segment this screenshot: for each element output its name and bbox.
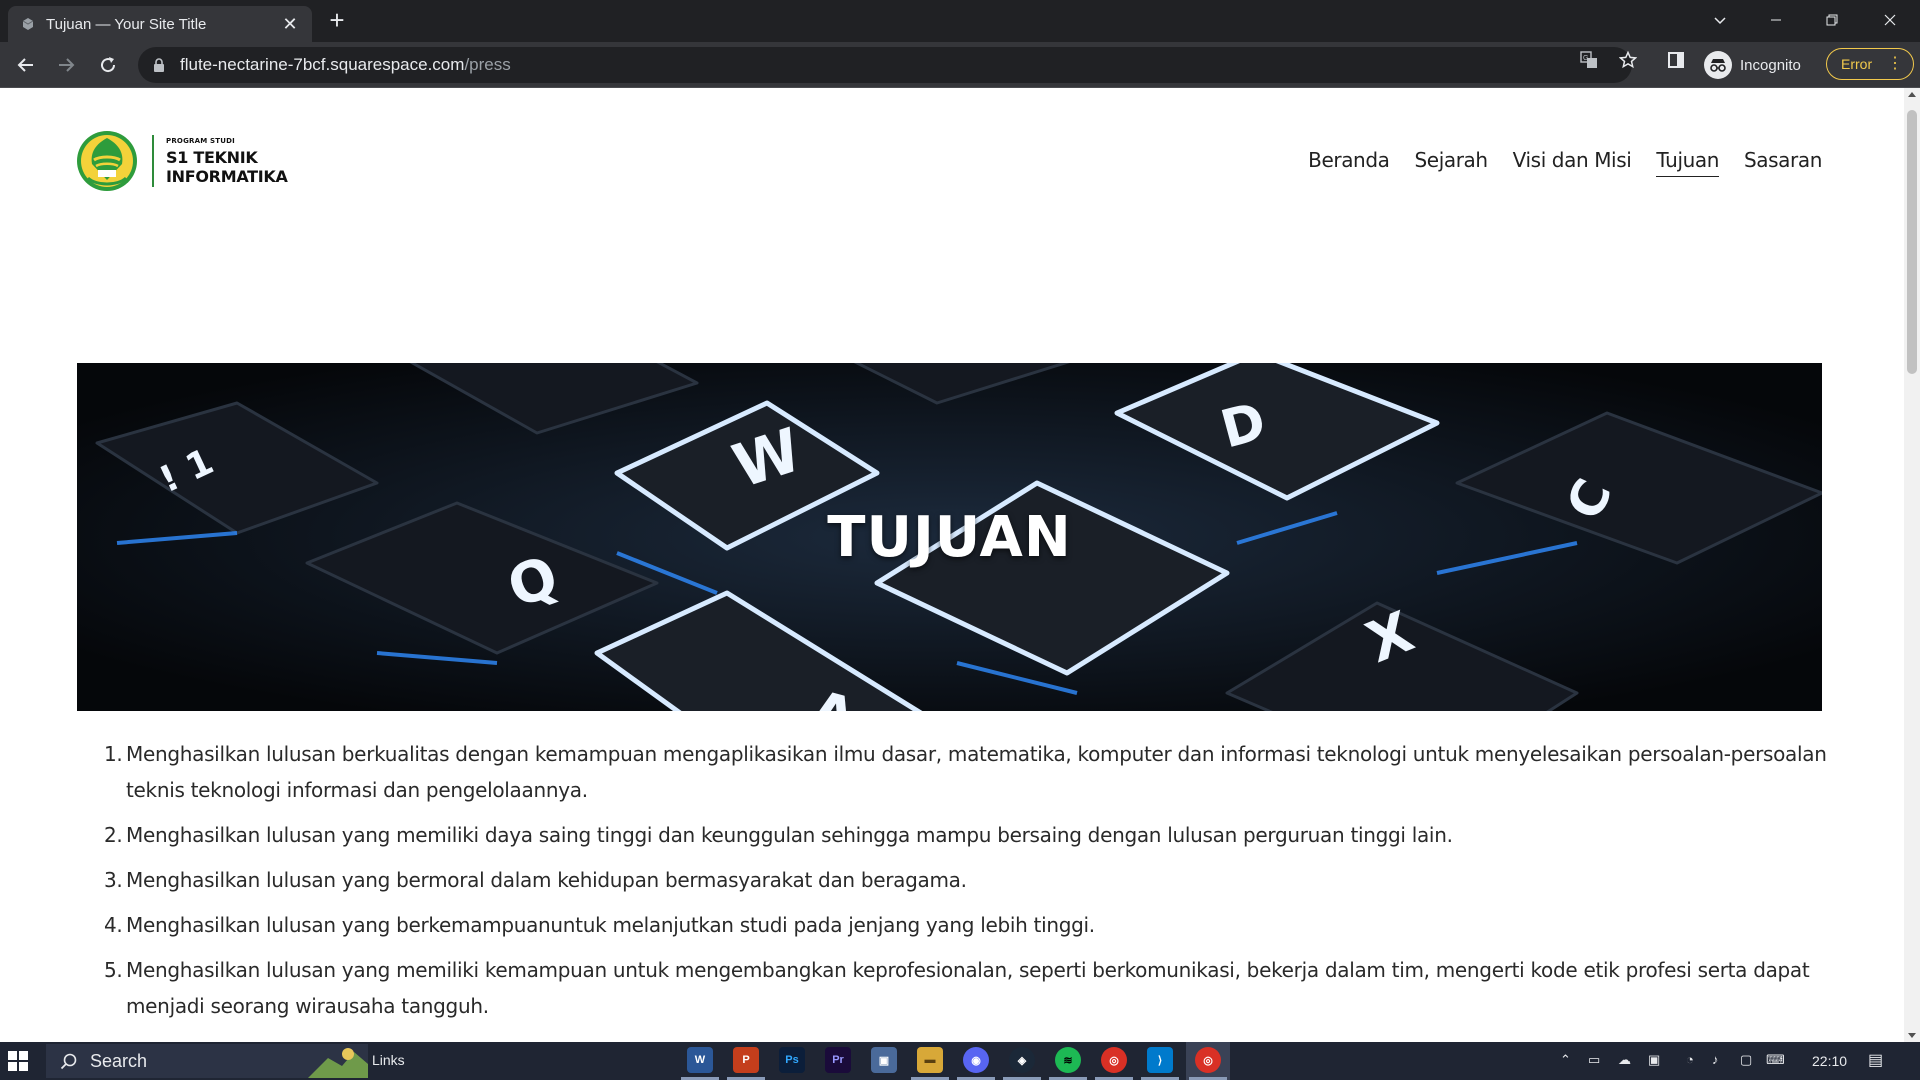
close-window-icon[interactable] [1862, 0, 1918, 40]
error-button[interactable]: Error ⋮ [1826, 48, 1914, 80]
url-host: flute-nectarine-7bcf.squarespace.com [180, 55, 465, 74]
reload-icon[interactable] [92, 49, 124, 81]
list-item: 2. Menghasilkan lulusan yang memiliki da… [104, 817, 1876, 853]
list-item: 1. Menghasilkan lulusan berkualitas deng… [104, 736, 1876, 808]
logo-divider [152, 135, 154, 187]
premiere-icon[interactable]: Pr [825, 1047, 851, 1073]
hero-banner: W D Q X C ! 1 A TUJUAN [77, 363, 1822, 711]
url-path: /press [464, 55, 511, 74]
keyboard-icon[interactable]: ⌨ [1766, 1052, 1785, 1068]
spotify-icon[interactable]: ≋ [1055, 1047, 1081, 1073]
search-highlight-image [308, 1048, 368, 1078]
side-panel-icon[interactable] [1666, 50, 1686, 70]
site-logo[interactable]: PROGRAM STUDI S1 TEKNIK INFORMATIKA [76, 130, 288, 192]
minimize-icon[interactable] [1748, 0, 1804, 40]
web-page: PROGRAM STUDI S1 TEKNIK INFORMATIKA Bera… [0, 88, 1904, 1042]
browser-tab[interactable]: Tujuan — Your Site Title ✕ [8, 6, 312, 42]
incognito-profile[interactable]: Incognito [1704, 50, 1801, 80]
steam-icon[interactable]: ◈ [1009, 1047, 1035, 1073]
kebab-menu-icon[interactable]: ⋮ [1887, 55, 1903, 73]
incognito-icon [1704, 51, 1732, 79]
meet-now-icon[interactable]: ▢ [1740, 1052, 1752, 1068]
translate-icon[interactable]: G [1579, 50, 1599, 70]
browser-toolbar: flute-nectarine-7bcf.squarespace.com/pre… [0, 42, 1920, 88]
logo-text: PROGRAM STUDI S1 TEKNIK INFORMATIKA [166, 137, 288, 186]
list-item-text: Menghasilkan lulusan yang memiliki daya … [126, 823, 1453, 847]
svg-text:G: G [1583, 55, 1588, 62]
hero-title: TUJUAN [827, 504, 1072, 570]
new-tab-icon[interactable]: + [324, 7, 350, 34]
windows-taskbar: Search Links W P Ps Pr ▣ ▬ ◉ ◈ ≋ ◎ ⟩ ◎ ⌃… [0, 1042, 1920, 1080]
tab-title: Tujuan — Your Site Title [46, 15, 207, 33]
onedrive-icon[interactable]: ☁ [1618, 1052, 1631, 1068]
windows-start-icon[interactable] [8, 1051, 28, 1071]
nav-link-sejarah[interactable]: Sejarah [1415, 148, 1489, 177]
nav-link-beranda[interactable]: Beranda [1308, 148, 1390, 177]
volume-icon[interactable]: ♪ [1712, 1052, 1719, 1067]
word-icon[interactable]: W [687, 1047, 713, 1073]
list-item-text: Menghasilkan lulusan yang bermoral dalam… [126, 868, 967, 892]
list-item-number: 4. [104, 913, 123, 937]
show-hidden-icons-icon[interactable]: ⌃ [1560, 1052, 1571, 1068]
battery-icon[interactable]: ▭ [1588, 1052, 1600, 1068]
scroll-down-icon[interactable] [1908, 1033, 1916, 1038]
taskbar-search-box[interactable]: Search [46, 1044, 368, 1078]
incognito-label: Incognito [1740, 56, 1801, 74]
list-item: 3. Menghasilkan lulusan yang bermoral da… [104, 862, 1876, 898]
close-tab-icon[interactable]: ✕ [280, 14, 300, 34]
error-label: Error [1841, 56, 1873, 72]
tab-search-icon[interactable] [1692, 0, 1748, 40]
list-item-number: 2. [104, 823, 123, 847]
discord-icon[interactable]: ◉ [963, 1047, 989, 1073]
file-explorer-icon[interactable]: ▬ [917, 1047, 943, 1073]
chrome-incognito-icon[interactable]: ◎ [1195, 1047, 1221, 1073]
list-item-text: Menghasilkan lulusan yang berkemampuanun… [126, 913, 1095, 937]
lock-icon[interactable] [152, 57, 166, 73]
logo-subtitle: PROGRAM STUDI [166, 136, 235, 145]
page-scrollbar[interactable] [1904, 88, 1920, 1042]
list-item-text: Menghasilkan lulusan yang memiliki kemam… [126, 958, 1810, 1018]
taskbar-clock[interactable]: 22:10 [1812, 1053, 1847, 1069]
list-item-number: 5. [104, 958, 123, 982]
nav-link-visi-dan-misi[interactable]: Visi dan Misi [1513, 148, 1632, 177]
logo-line-1: S1 TEKNIK [166, 147, 258, 167]
nav-link-sasaran[interactable]: Sasaran [1744, 148, 1822, 177]
wifi-icon[interactable]: ◔ [1686, 1052, 1694, 1067]
photos-icon[interactable]: ▣ [871, 1047, 897, 1073]
taskbar-links-toolbar[interactable]: Links [372, 1052, 405, 1068]
scrollbar-thumb[interactable] [1907, 110, 1917, 374]
back-icon[interactable] [10, 49, 42, 81]
logo-line-2: INFORMATIKA [166, 166, 288, 186]
notifications-icon[interactable]: ▤ [1868, 1050, 1883, 1070]
scroll-up-icon[interactable] [1908, 92, 1916, 97]
vscode-icon[interactable]: ⟩ [1147, 1047, 1173, 1073]
list-item: 4. Menghasilkan lulusan yang berkemampua… [104, 907, 1876, 943]
powerpoint-icon[interactable]: P [733, 1047, 759, 1073]
bookmark-star-icon[interactable] [1618, 50, 1638, 70]
list-item: 5. Menghasilkan lulusan yang memiliki ke… [104, 952, 1876, 1024]
restore-icon[interactable] [1804, 0, 1860, 40]
list-item-text: Menghasilkan lulusan berkualitas dengan … [126, 742, 1827, 802]
photoshop-icon[interactable]: Ps [779, 1047, 805, 1073]
address-bar[interactable]: flute-nectarine-7bcf.squarespace.com/pre… [138, 47, 1632, 83]
goals-list: 1. Menghasilkan lulusan berkualitas deng… [104, 736, 1876, 1033]
list-item-number: 1. [104, 742, 123, 766]
university-emblem-icon [77, 131, 137, 191]
taskbar-search-label: Search [90, 1050, 148, 1071]
nav-link-tujuan[interactable]: Tujuan [1656, 148, 1719, 177]
browser-titlebar: Tujuan — Your Site Title ✕ + [0, 0, 1920, 42]
search-icon [60, 1053, 77, 1070]
page-favicon-icon [20, 16, 36, 32]
chrome-icon[interactable]: ◎ [1101, 1047, 1127, 1073]
forward-icon[interactable] [50, 49, 82, 81]
site-navigation: Beranda Sejarah Visi dan Misi Tujuan Sas… [1308, 148, 1822, 177]
device-icon[interactable]: ▣ [1648, 1052, 1660, 1068]
list-item-number: 3. [104, 868, 123, 892]
